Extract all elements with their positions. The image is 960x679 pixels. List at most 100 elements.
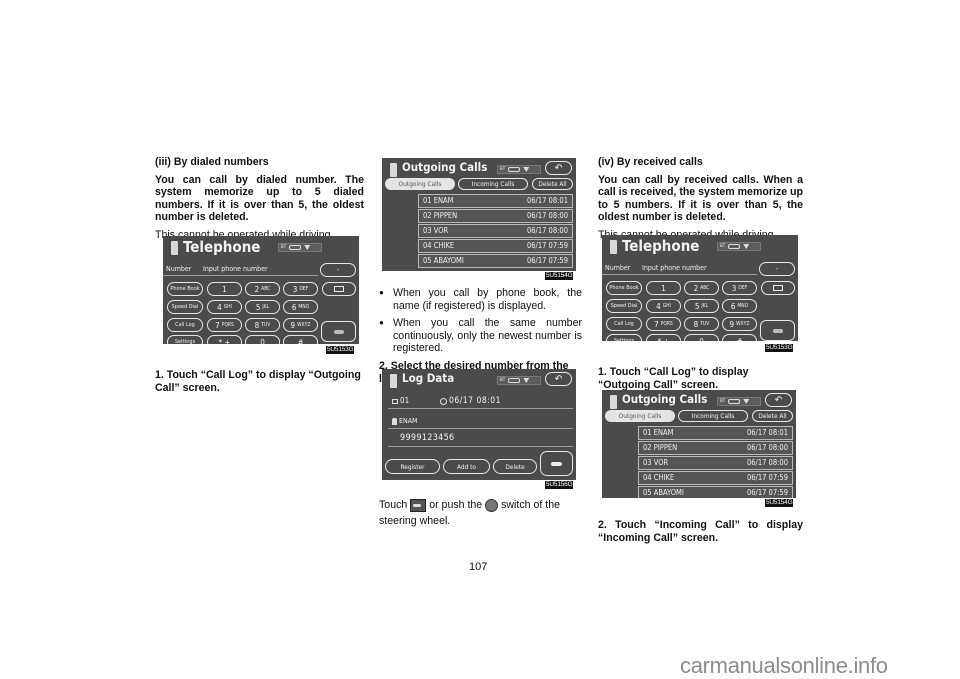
tab-outgoing-calls[interactable]: Outgoing Calls [385, 178, 455, 190]
backspace-button[interactable]: - [320, 263, 356, 277]
call-button[interactable] [760, 320, 795, 341]
key-digit: 7 [215, 320, 220, 330]
call-log-row[interactable]: 05 ABAYOMI 06/17 07:59 [638, 486, 793, 498]
switch-screen-button[interactable] [322, 282, 356, 296]
tab-incoming-calls[interactable]: Incoming Calls [678, 410, 748, 422]
key-letters: WXYZ [297, 322, 311, 328]
keypad-key[interactable]: 6 MNO [722, 299, 757, 313]
keypad-key[interactable]: 0 [684, 334, 719, 341]
call-log-row[interactable]: 03 VOR 06/17 08:00 [418, 224, 573, 238]
section-heading: (iv) By received calls [598, 156, 703, 168]
intro-text: You can call by dialed number. The syste… [155, 173, 364, 224]
switch-screen-button[interactable] [761, 281, 795, 295]
window-icon [773, 285, 783, 291]
call-name: 01 ENAM [423, 196, 454, 206]
call-log-row[interactable]: 01 ENAM 06/17 08:01 [638, 426, 793, 440]
side-button-speed-dial[interactable]: Speed Dial [606, 299, 642, 313]
tab-incoming-calls[interactable]: Incoming Calls [458, 178, 528, 190]
telephone-screen: Telephone BT Number Input phone number - Phon… [163, 236, 359, 344]
keypad-key[interactable]: 4 GHI [207, 300, 242, 314]
bullet-item: When you call the same number continuous… [379, 317, 582, 355]
keypad-key[interactable]: 5 JKL [245, 300, 280, 314]
key-letters: WXYZ [736, 321, 750, 327]
call-name: 03 VOR [643, 458, 669, 468]
status-indicators: BT [717, 242, 761, 251]
call-log-row[interactable]: 01 ENAM 06/17 08:01 [418, 194, 573, 208]
keypad-key[interactable]: * + [646, 334, 681, 341]
side-button-speed-dial[interactable]: Speed Dial [167, 300, 203, 314]
call-log-row[interactable]: 02 PIPPEN 06/17 08:00 [418, 209, 573, 223]
tab-delete-all[interactable]: Delete All [532, 178, 573, 190]
keypad-key[interactable]: 7 PQRS [646, 317, 681, 331]
battery-icon [508, 378, 521, 383]
phone-button-icon [410, 498, 427, 512]
side-button-phone-book[interactable]: Phone Book [606, 281, 642, 295]
tab-delete-all[interactable]: Delete All [752, 410, 793, 422]
key-digit: 6 [291, 302, 297, 312]
handset-icon [772, 328, 783, 333]
call-log-row[interactable]: 05 ABAYOMI 06/17 07:59 [418, 254, 573, 268]
call-name: 05 ABAYOMI [423, 256, 464, 266]
key-digit: 2 [693, 283, 699, 293]
register-button[interactable]: Register [385, 459, 440, 474]
call-log-row[interactable]: 03 VOR 06/17 08:00 [638, 456, 793, 470]
call-time: 06/17 08:01 [526, 196, 568, 206]
back-button[interactable]: ↶ [545, 372, 572, 386]
call-button[interactable] [540, 451, 573, 476]
phone-icon [610, 240, 617, 254]
keypad-key[interactable]: # [283, 335, 318, 344]
side-button-phone-book[interactable]: Phone Book [167, 282, 203, 296]
index-icon [392, 399, 398, 404]
keypad-key[interactable]: 5 JKL [684, 299, 719, 313]
backspace-button[interactable]: - [759, 262, 795, 276]
bullet-item: When you call by phone book, the name (i… [379, 287, 582, 312]
back-button[interactable]: ↶ [765, 393, 792, 407]
keypad-key[interactable]: 7 PQRS [207, 318, 242, 332]
side-button-settings[interactable]: Settings [606, 334, 642, 341]
keypad-key[interactable]: 3 DEF [722, 281, 757, 295]
signal-icon [523, 378, 530, 383]
call-button[interactable] [321, 321, 356, 342]
side-button-settings[interactable]: Settings [167, 335, 203, 344]
keypad-key[interactable]: 4 GHI [646, 299, 681, 313]
key-digit: 7 [654, 319, 659, 329]
call-log-row[interactable]: 04 CHIKE 06/17 07:59 [638, 471, 793, 485]
underline [388, 428, 573, 429]
keypad-key[interactable]: 6 MNO [283, 300, 318, 314]
side-button-call-log[interactable]: Call Log [606, 317, 642, 331]
phone-number-input[interactable]: Input phone number [203, 265, 268, 273]
add-to-button[interactable]: Add to [443, 459, 490, 474]
figure-label: 5U5153G [765, 344, 794, 352]
back-button[interactable]: ↶ [545, 161, 572, 175]
keypad-key[interactable]: 8 TUV [684, 317, 719, 331]
keypad-key[interactable]: # [722, 334, 757, 341]
phone-number-input[interactable]: Input phone number [642, 264, 707, 272]
keypad-key[interactable]: 9 WXYZ [283, 318, 318, 332]
tab-outgoing-calls[interactable]: Outgoing Calls [605, 410, 675, 422]
handset-icon [551, 461, 562, 466]
keypad-key[interactable]: 3 DEF [283, 282, 318, 296]
keypad-key[interactable]: 1 [646, 281, 681, 295]
delete-button[interactable]: Delete [493, 459, 537, 474]
keypad-key[interactable]: 1 [207, 282, 242, 296]
keypad-key[interactable]: 2 ABC [245, 282, 280, 296]
keypad-key[interactable]: 0 [245, 335, 280, 344]
keypad-key[interactable]: * + [207, 335, 242, 344]
status-indicators: BT [278, 243, 322, 252]
keypad-key[interactable]: 9 WXYZ [722, 317, 757, 331]
section-heading: (iii) By dialed numbers [155, 156, 269, 168]
side-button-call-log[interactable]: Call Log [167, 318, 203, 332]
call-name: 03 VOR [423, 226, 449, 236]
touch-text: or push the [429, 499, 483, 511]
call-log-row[interactable]: 02 PIPPEN 06/17 08:00 [638, 441, 793, 455]
call-log-row[interactable]: 04 CHIKE 06/17 07:59 [418, 239, 573, 253]
signal-icon [743, 244, 750, 249]
call-time: 06/17 08:01 [746, 428, 788, 438]
figure-label: 5U5153G [326, 346, 355, 354]
keypad-key[interactable]: 2 ABC [684, 281, 719, 295]
key-digit: # [297, 337, 304, 345]
left-column: (iii) By dialed numbers You can call by … [155, 156, 364, 247]
keypad-key[interactable]: 8 TUV [245, 318, 280, 332]
key-digit: 4 [656, 301, 661, 311]
key-digit: * + [657, 336, 670, 342]
